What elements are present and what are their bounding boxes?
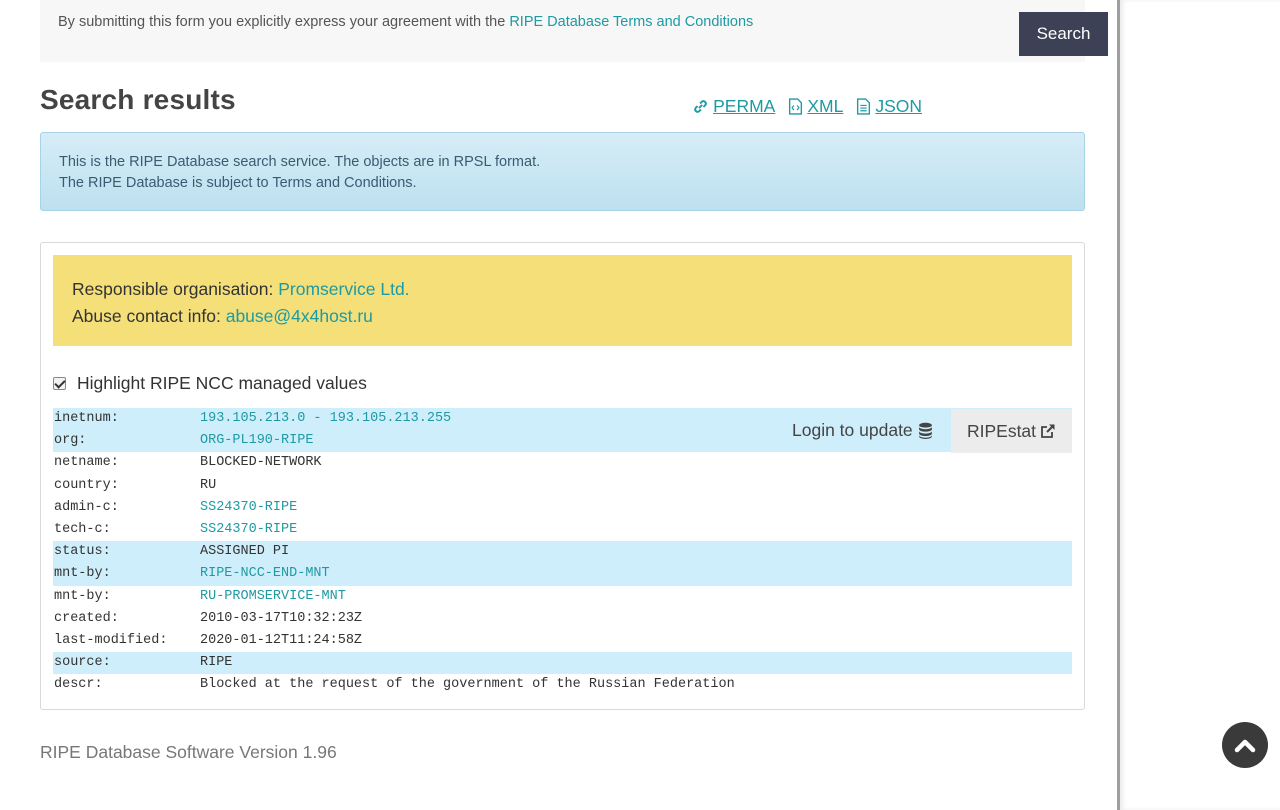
rpsl-row: admin-c: SS24370-RIPE [53, 497, 1072, 519]
software-version: RIPE Database Software Version 1.96 [40, 742, 337, 762]
rpsl-attribute: status: [54, 544, 111, 560]
rpsl-attribute: mnt-by: [54, 588, 111, 604]
rpsl-attribute: last-modified: [54, 632, 168, 648]
info-line-1: This is the RIPE Database search service… [59, 154, 541, 170]
rpsl-value-link[interactable]: ORG-PL190-RIPE [200, 430, 313, 452]
rpsl-attribute: admin-c: [54, 499, 119, 515]
rpsl-value-link[interactable]: RIPE-NCC-END-MNT [200, 563, 330, 585]
ripestat-button[interactable]: RIPEstat [951, 409, 1072, 453]
rpsl-value: 2010-03-17T10:32:23Z [200, 610, 363, 626]
abuse-contact-link[interactable]: abuse@4x4host.ru [226, 306, 373, 326]
rpsl-attribute: netname: [54, 455, 119, 471]
export-links: PERMA XML JSON [692, 96, 922, 117]
highlight-label: Highlight RIPE NCC managed values [77, 373, 367, 393]
rpsl-value-link[interactable]: RU-PROMSERVICE-MNT [200, 586, 346, 608]
rpsl-value: RU [200, 477, 217, 493]
rpsl-attribute: tech-c: [54, 521, 111, 537]
rpsl-attribute: org: [54, 433, 87, 449]
rpsl-row: mnt-by: RIPE-NCC-END-MNT [53, 563, 1072, 586]
database-icon [918, 422, 932, 439]
rpsl-value: RIPE [200, 655, 233, 671]
responsible-org-link[interactable]: Promservice Ltd. [278, 279, 409, 299]
rpsl-value-link[interactable]: SS24370-RIPE [200, 497, 297, 519]
main-content: By submitting this form you explicitly e… [0, 0, 1117, 810]
rpsl-value: BLOCKED-NETWORK [200, 455, 322, 471]
rpsl-row: country: RU [53, 475, 1072, 497]
abuse-contact-line: Abuse contact info: abuse@4x4host.ru [72, 306, 373, 326]
rpsl-value: ASSIGNED PI [200, 544, 290, 560]
rpsl-attribute: inetnum: [54, 411, 119, 426]
rpsl-value-link[interactable]: 193.105.213.0 - 193.105.213.255 [200, 408, 451, 430]
rpsl-attribute: mnt-by: [54, 566, 111, 582]
rpsl-value: 2020-01-12T11:24:58Z [200, 632, 363, 648]
scroll-to-top-button[interactable] [1222, 722, 1268, 768]
text-file-icon [857, 98, 871, 115]
agreement-text: By submitting this form you explicitly e… [58, 14, 753, 30]
info-alert: This is the RIPE Database search service… [40, 132, 1085, 211]
rpsl-row: mnt-by: RU-PROMSERVICE-MNT [53, 586, 1072, 608]
rpsl-attribute: country: [54, 477, 119, 493]
login-to-update-link[interactable]: Login to update [792, 420, 933, 441]
rpsl-object: inetnum: 193.105.213.0 - 193.105.213.255 o… [53, 408, 1072, 696]
rpsl-value: Blocked at the request of the government… [200, 677, 735, 693]
link-icon [694, 100, 707, 113]
chevron-up-icon [1234, 739, 1256, 753]
terms-link[interactable]: RIPE Database Terms and Conditions [509, 14, 753, 30]
rpsl-row: netname: BLOCKED-NETWORK [53, 452, 1072, 474]
rpsl-row: descr: Blocked at the request of the gove… [53, 674, 1072, 696]
search-form-footer: By submitting this form you explicitly e… [40, 0, 1108, 62]
external-link-icon [1041, 424, 1055, 438]
rpsl-attribute: descr: [54, 677, 103, 693]
rpsl-row: tech-c: SS24370-RIPE [53, 519, 1072, 541]
responsible-org-line: Responsible organisation: Promservice Lt… [72, 279, 410, 299]
agreement-label: By submitting this form you explicitly e… [58, 14, 510, 30]
rpsl-row: source: RIPE [53, 652, 1072, 675]
rpsl-row: created: 2010-03-17T10:32:23Z [53, 608, 1072, 630]
xml-link[interactable]: XML [788, 96, 843, 117]
rpsl-attribute: source: [54, 655, 111, 671]
code-file-icon [789, 98, 803, 115]
organisation-box: Responsible organisation: Promservice Lt… [53, 255, 1072, 346]
right-gutter [1117, 0, 1280, 810]
info-line-2: The RIPE Database is subject to Terms an… [59, 175, 417, 191]
rpsl-row: last-modified: 2020-01-12T11:24:58Z [53, 630, 1072, 652]
object-panel: Responsible organisation: Promservice Lt… [40, 242, 1085, 710]
page-title: Search results [40, 84, 236, 115]
perma-link[interactable]: PERMA [692, 96, 775, 117]
rpsl-value-link[interactable]: SS24370-RIPE [200, 519, 297, 541]
rpsl-row: status: ASSIGNED PI [53, 541, 1072, 564]
search-button[interactable]: Search [1019, 12, 1108, 56]
highlight-managed-toggle[interactable]: Highlight RIPE NCC managed values [53, 373, 367, 394]
rpsl-attribute: created: [54, 610, 119, 626]
json-link[interactable]: JSON [856, 96, 922, 117]
highlight-checkbox[interactable] [53, 377, 66, 390]
